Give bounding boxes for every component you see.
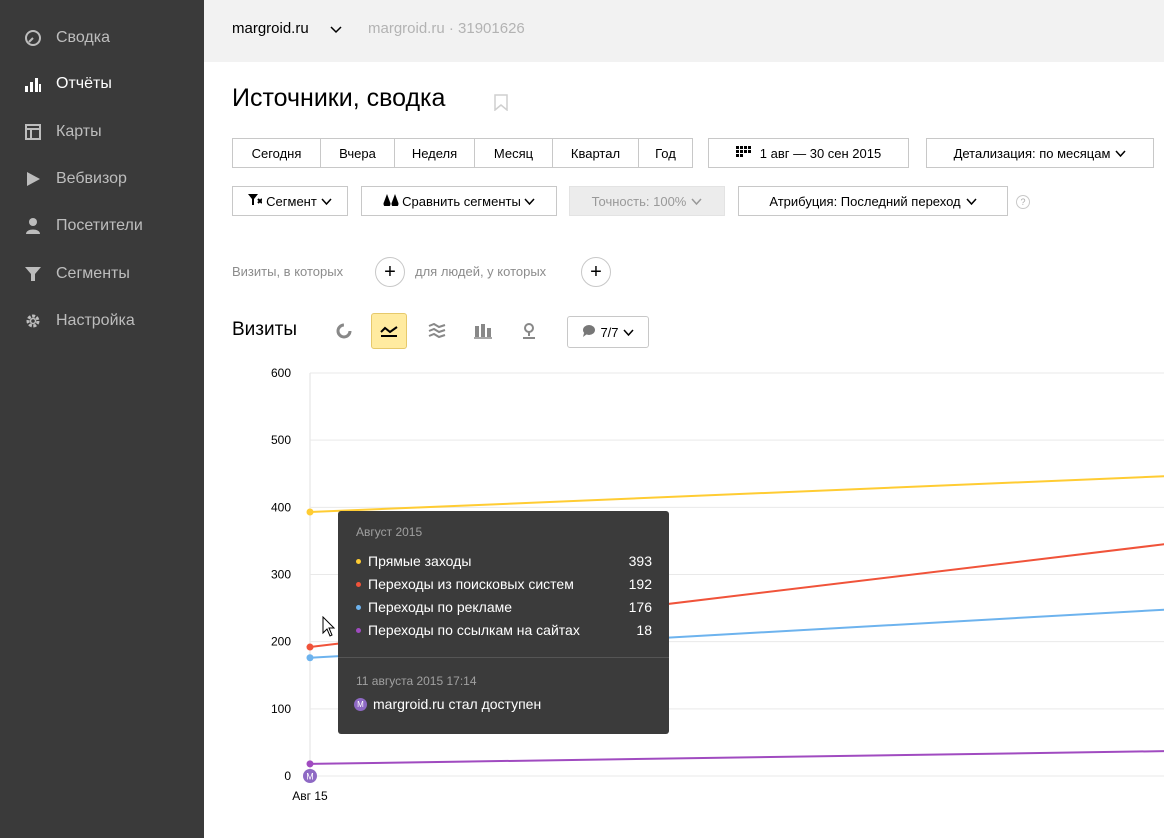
tooltip-series-name: Прямые заходы xyxy=(368,553,472,569)
series-point xyxy=(306,760,314,768)
tooltip-series-name: Переходы из поисковых систем xyxy=(368,576,574,592)
series-point xyxy=(306,643,314,651)
annotation-text: margroid.ru стал доступен xyxy=(373,696,542,712)
series-dot xyxy=(356,559,361,564)
series-point xyxy=(306,654,314,662)
tooltip-row: Переходы по рекламе 176 xyxy=(356,598,652,618)
tooltip-header: Август 2015 xyxy=(356,525,423,539)
y-tick-label: 300 xyxy=(271,568,291,582)
tooltip-series-value: 393 xyxy=(628,553,652,569)
mouse-pointer-icon xyxy=(322,615,336,643)
chart-tooltip: Август 2015 Прямые заходы 393 Переходы и… xyxy=(338,511,669,734)
y-tick-label: 100 xyxy=(271,702,291,716)
y-tick-label: 200 xyxy=(271,635,291,649)
series-line xyxy=(309,750,1164,765)
tooltip-row: Переходы из поисковых систем 192 xyxy=(356,575,652,595)
tooltip-annotation: M margroid.ru стал доступен xyxy=(354,696,541,712)
series-dot xyxy=(356,628,361,633)
tooltip-series-value: 192 xyxy=(628,576,652,592)
annotation-badge-icon: M xyxy=(354,697,367,711)
tooltip-series-value: 176 xyxy=(628,599,652,615)
series-line xyxy=(309,475,1164,514)
x-tick-label: Авг 15 xyxy=(292,789,328,803)
y-tick-label: 400 xyxy=(271,500,291,514)
tooltip-series-name: Переходы по рекламе xyxy=(368,599,513,615)
tooltip-annotation-date: 11 августа 2015 17:14 xyxy=(356,674,477,688)
series-dot xyxy=(356,605,361,610)
tooltip-series-name: Переходы по ссылкам на сайтах xyxy=(368,622,580,638)
annotation-marker-label: M xyxy=(306,772,314,782)
tooltip-row: Прямые заходы 393 xyxy=(356,552,652,572)
tooltip-row: Переходы по ссылкам на сайтах 18 xyxy=(356,621,652,641)
y-tick-label: 600 xyxy=(271,366,291,380)
y-tick-label: 0 xyxy=(284,769,291,783)
tooltip-divider xyxy=(338,657,669,658)
tooltip-series-value: 18 xyxy=(636,622,652,638)
y-tick-label: 500 xyxy=(271,433,291,447)
series-dot xyxy=(356,582,361,587)
series-point xyxy=(306,508,314,516)
